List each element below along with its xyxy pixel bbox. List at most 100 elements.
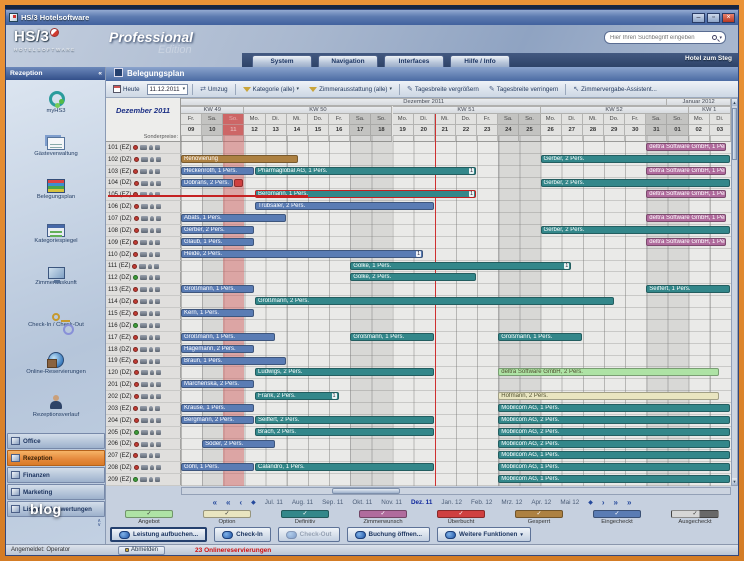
booking-bar[interactable]: deltra Software GmbH, 1 Pers. <box>646 143 725 151</box>
date-input[interactable]: 11.12.2011▾ <box>147 84 189 95</box>
room-label[interactable]: 106 (DZ) <box>106 201 181 212</box>
search-dropdown-icon[interactable]: ▾ <box>719 35 722 41</box>
booking-bar[interactable]: Dobrans, 2 Pers. <box>181 179 233 187</box>
room-label[interactable]: 107 (DZ) <box>106 213 181 224</box>
booking-bar[interactable]: deltra Software GmbH, 1 Pers. <box>646 238 725 246</box>
room-label[interactable]: 204 (DZ) <box>106 415 181 426</box>
booking-bar[interactable]: Gerber, 2 Pers. <box>541 155 730 163</box>
booking-bar[interactable]: Marchenska, 2 Pers. <box>181 380 254 388</box>
search-box[interactable]: ▾ <box>604 31 726 44</box>
daynumber-cell[interactable]: 17 <box>350 125 371 136</box>
vertical-scrollbar[interactable]: ▲ ▼ <box>731 98 738 486</box>
booking-bar[interactable]: Gerber, 2 Pers. <box>541 226 730 234</box>
room-label[interactable]: 207 (EZ) <box>106 450 181 461</box>
sidebar-item-belegungsplan[interactable]: Belegungsplan <box>6 168 106 212</box>
sidebar-nav-marketing[interactable]: Marketing <box>7 484 105 500</box>
booking-bar[interactable]: Brach, 2 Pers. <box>255 428 434 436</box>
tagesbreite-vergroessern-button[interactable]: ✎Tagesbreite vergrößern <box>404 84 482 95</box>
booking-bar[interactable]: Frank, 2 Pers.1 <box>255 392 339 400</box>
daynumber-cell[interactable]: 03 <box>710 125 731 136</box>
daynumber-cell[interactable]: 02 <box>689 125 710 136</box>
daynumber-cell[interactable]: 26 <box>541 125 562 136</box>
daynumber-cell[interactable]: 27 <box>562 125 583 136</box>
daynumber-cell[interactable]: 15 <box>308 125 329 136</box>
room-label[interactable]: 116 (DZ) <box>106 320 181 331</box>
month-nav-apr-12[interactable]: Apr. 12 <box>531 499 551 506</box>
nav-diamond-icon[interactable]: ◆ <box>588 499 593 506</box>
booking-bar[interactable]: Gerber, 2 Pers. <box>541 179 730 187</box>
heute-button[interactable]: Heute <box>110 83 143 95</box>
booking-bar[interactable]: Söder, 2 Pers. <box>202 440 275 448</box>
legend-swatch-ausgecheckt[interactable]: ✓ <box>671 510 719 518</box>
booking-bar[interactable]: Trübsaler, 2 Pers. <box>255 202 434 210</box>
booking-bar[interactable]: Ludwigs, 2 Pers. <box>255 368 434 376</box>
booking-bar[interactable]: Krause, 1 Pers. <box>181 404 254 412</box>
booking-bar[interactable]: Heckenroth, 1 Pers. <box>181 167 254 175</box>
room-label[interactable]: 209 (EZ) <box>106 474 181 485</box>
scroll-down-icon[interactable]: ▼ <box>732 478 737 485</box>
booking-bar[interactable]: Gerber, 2 Pers. <box>181 226 254 234</box>
nav-forward-icon[interactable]: » <box>627 498 631 508</box>
tab-interfaces[interactable]: Interfaces <box>384 55 444 67</box>
room-label[interactable]: 117 (EZ) <box>106 332 181 343</box>
month-nav-jan-12[interactable]: Jan. 12 <box>441 499 462 506</box>
booking-bar[interactable]: Mobilcom AG, 2 Pers. <box>498 440 730 448</box>
nav-back-icon[interactable]: « <box>213 498 217 508</box>
legend-swatch-eingecheckt[interactable]: ✓ <box>593 510 641 518</box>
tagesbreite-verringern-button[interactable]: ✎Tagesbreite verringern <box>486 84 561 95</box>
nav-back-icon[interactable]: « <box>226 498 230 508</box>
umzug-button[interactable]: ⇄Umzug <box>197 84 230 95</box>
booking-bar[interactable]: Braun, 1 Pers. <box>181 357 286 365</box>
booking-bar[interactable]: Hagemann, 2 Pers. <box>181 345 254 353</box>
sidebar-item-g-steverwaltung[interactable]: Gästeverwaltung <box>6 125 106 169</box>
zimmervergabe-assistent-button[interactable]: ↖Zimmervergabe-Assistent... <box>570 84 660 95</box>
sidebar-collapse-icon[interactable]: « <box>98 67 102 80</box>
daynumber-cell[interactable]: 30 <box>625 125 646 136</box>
room-label[interactable]: 102 (DZ) <box>106 154 181 165</box>
daynumber-cell[interactable]: 28 <box>583 125 604 136</box>
nav-back-icon[interactable]: ‹ <box>239 498 242 508</box>
daynumber-cell[interactable]: 29 <box>604 125 625 136</box>
booking-bar[interactable]: Göhl, 1 Pers. <box>181 463 254 471</box>
month-nav-dez-11[interactable]: Dez. 11 <box>411 499 432 506</box>
room-label[interactable]: 114 (DZ) <box>106 296 181 307</box>
room-label[interactable]: 101 (EZ) <box>106 142 181 153</box>
leistung-aufbuchen-button[interactable]: Leistung aufbuchen... <box>110 527 207 542</box>
booking-bar[interactable]: Mobilcom AG, 1 Pers. <box>498 475 730 483</box>
legend-swatch-option[interactable]: ✓ <box>203 510 251 518</box>
booking-bar[interactable] <box>234 179 244 187</box>
booking-bar[interactable]: Großmann, 1 Pers. <box>181 285 254 293</box>
legend-swatch-definitiv[interactable]: ✓ <box>281 510 329 518</box>
sidebar-item-check-in-check-out[interactable]: Check-In / Check-Out <box>6 299 106 343</box>
room-label[interactable]: 205 (DZ) <box>106 427 181 438</box>
room-label[interactable]: 118 (DZ) <box>106 344 181 355</box>
search-input[interactable] <box>608 34 710 42</box>
scroll-up-icon[interactable]: ▲ <box>732 99 737 106</box>
tab-navigation[interactable]: Navigation <box>318 55 378 67</box>
sidebar-item-myhs3[interactable]: myHS3 <box>6 81 106 125</box>
month-nav-sep-11[interactable]: Sep. 11 <box>322 499 343 506</box>
daynumber-cell[interactable]: 01 <box>667 125 688 136</box>
daynumber-cell[interactable]: 11 <box>223 125 244 136</box>
room-label[interactable]: 113 (EZ) <box>106 284 181 295</box>
booking-bar[interactable]: Großmann, 2 Pers. <box>255 297 614 305</box>
sidebar-item-kategoriespiegel[interactable]: Kategoriespiegel <box>6 212 106 256</box>
room-label[interactable]: 103 (EZ) <box>106 166 181 177</box>
vertical-scroll-thumb[interactable] <box>732 108 737 160</box>
month-nav-feb-12[interactable]: Feb. 12 <box>471 499 492 506</box>
daynumber-cell[interactable]: 25 <box>519 125 540 136</box>
room-label[interactable]: 109 (EZ) <box>106 237 181 248</box>
room-label[interactable]: 110 (DZ) <box>106 249 181 260</box>
booking-bar[interactable]: Renovierung <box>181 155 298 163</box>
month-nav-aug-11[interactable]: Aug. 11 <box>292 499 313 506</box>
abmelden-button[interactable]: Abmelden <box>118 546 165 555</box>
horizontal-scroll-thumb[interactable] <box>332 488 400 494</box>
tab-system[interactable]: System <box>252 55 312 67</box>
sidebar-nav-finanzen[interactable]: Finanzen <box>7 467 105 483</box>
booking-bar[interactable]: Hofmann, 2 Pers. <box>498 392 719 400</box>
booking-bar[interactable]: Golke, 1 Pers.1 <box>350 262 571 270</box>
room-label[interactable]: 203 (EZ) <box>106 403 181 414</box>
daynumber-cell[interactable]: 18 <box>371 125 392 136</box>
daynumber-cell[interactable]: 10 <box>202 125 223 136</box>
sidebar-item-rezeptionsverlauf[interactable]: Rezeptionsverlauf <box>6 386 106 430</box>
